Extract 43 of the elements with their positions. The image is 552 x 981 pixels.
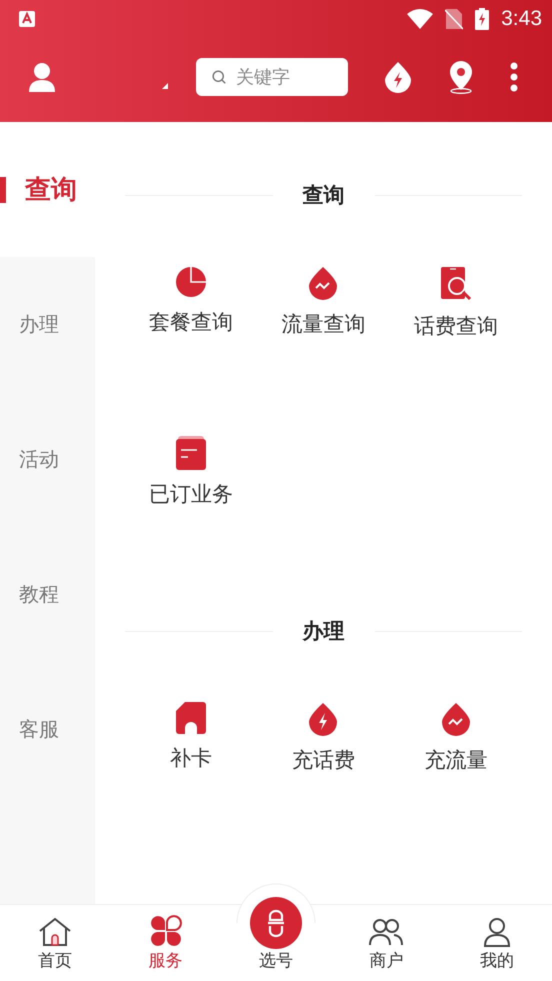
category-tab[interactable]: 教程 — [0, 527, 95, 662]
section-title: 查询 — [302, 183, 344, 209]
location-pin-icon[interactable] — [448, 60, 474, 94]
more-menu-icon[interactable] — [510, 62, 518, 92]
nav-tab[interactable]: 首页 — [0, 905, 110, 981]
category-tab[interactable]: 查询 — [0, 122, 95, 257]
no-sim-icon — [445, 8, 464, 30]
clock-time: 3:43 — [501, 7, 542, 31]
service-item[interactable]: 套餐查询 — [125, 230, 258, 336]
category-tab[interactable]: 办理 — [0, 257, 95, 392]
sim-card-icon — [176, 702, 206, 734]
service-item[interactable]: 充流量 — [390, 666, 522, 774]
wave-drop-icon — [440, 702, 471, 736]
users-icon — [368, 917, 404, 947]
home-icon — [38, 917, 72, 947]
phone-search-icon — [440, 266, 472, 302]
wifi-icon — [407, 9, 434, 29]
battery-charging-icon — [475, 8, 490, 30]
nav-tab[interactable]: 选号 — [220, 871, 332, 981]
nav-tab[interactable]: 我的 — [442, 905, 552, 981]
person-icon — [482, 917, 512, 947]
section-title: 办理 — [302, 619, 344, 645]
search-field[interactable]: 关键字 — [196, 58, 348, 96]
nav-tab[interactable]: 服务 — [110, 905, 221, 981]
search-icon — [212, 68, 226, 86]
four-petal-icon — [150, 915, 182, 947]
category-tab[interactable]: 客服 — [0, 662, 95, 797]
service-item[interactable]: 话费查询 — [390, 230, 522, 340]
document-icon — [176, 436, 206, 470]
lightning-drop-icon — [308, 702, 338, 736]
service-item[interactable]: 充话费 — [257, 666, 390, 774]
lightning-drop-icon[interactable] — [384, 61, 412, 93]
wave-drop-icon — [308, 266, 338, 300]
category-tab[interactable]: 活动 — [0, 392, 95, 527]
service-item[interactable]: 已订业务 — [125, 400, 258, 508]
pie-chart-icon — [175, 266, 208, 298]
user-icon — [28, 62, 56, 92]
nav-tab[interactable]: 商户 — [331, 905, 442, 981]
service-item[interactable]: 流量查询 — [257, 230, 390, 338]
app-notification-icon — [18, 10, 36, 28]
service-item[interactable]: 补卡 — [125, 666, 258, 772]
dropdown-corner-icon — [162, 83, 168, 89]
search-input[interactable]: 关键字 — [234, 66, 338, 88]
